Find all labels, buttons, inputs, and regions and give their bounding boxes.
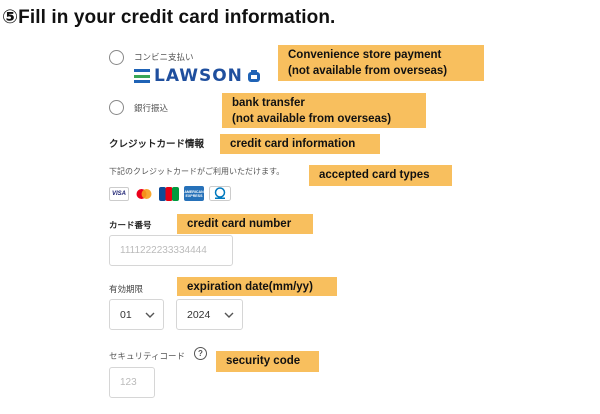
bank-transfer-radio[interactable] (109, 100, 124, 115)
callout-expiry: expiration date(mm/yy) (177, 277, 337, 296)
diners-club-icon (209, 186, 231, 201)
lawson-logo-text: LAWSON (154, 66, 243, 86)
expiry-label: 有効期限 (109, 284, 144, 294)
help-icon[interactable]: ? (194, 347, 207, 360)
security-code-input[interactable]: 123 (109, 367, 155, 398)
expiry-year-value: 2024 (187, 308, 211, 321)
expiry-month-value: 01 (120, 308, 132, 321)
callout-card-number: credit card number (177, 214, 313, 234)
lawson-logo: LAWSON (134, 66, 261, 86)
mastercard-icon (134, 187, 154, 201)
callout-security-code: security code (216, 351, 319, 372)
milk-bottle-icon (247, 69, 260, 82)
bank-transfer-label: 銀行振込 (134, 103, 169, 113)
expiry-month-select[interactable]: 01 (109, 299, 164, 330)
callout-convenience: Convenience store payment (not available… (278, 45, 484, 81)
convenience-label: コンビニ支払い (134, 52, 194, 62)
expiry-year-select[interactable]: 2024 (176, 299, 243, 330)
credit-card-section-label: クレジットカード情報 (109, 139, 205, 150)
page-title: ⑤Fill in your credit card information. (2, 7, 336, 28)
amex-icon: AMERICAN EXPRESS (184, 186, 204, 201)
callout-card-info: credit card information (220, 134, 380, 154)
security-code-label: セキュリティコード (109, 351, 185, 361)
convenience-radio[interactable] (109, 50, 124, 65)
card-number-input[interactable]: 1111222233334444 (109, 235, 233, 266)
callout-accepted-cards: accepted card types (309, 165, 452, 186)
jcb-icon (159, 187, 179, 201)
callout-bank-transfer: bank transfer (not available from overse… (222, 93, 426, 128)
chevron-down-icon (145, 312, 155, 318)
accepted-cards-note: 下記のクレジットカードがご利用いただけます。 (109, 167, 285, 176)
card-number-label: カード番号 (109, 220, 152, 230)
chevron-down-icon (224, 312, 234, 318)
lawson-stripes-icon (134, 69, 150, 83)
visa-icon: VISA (109, 187, 129, 201)
